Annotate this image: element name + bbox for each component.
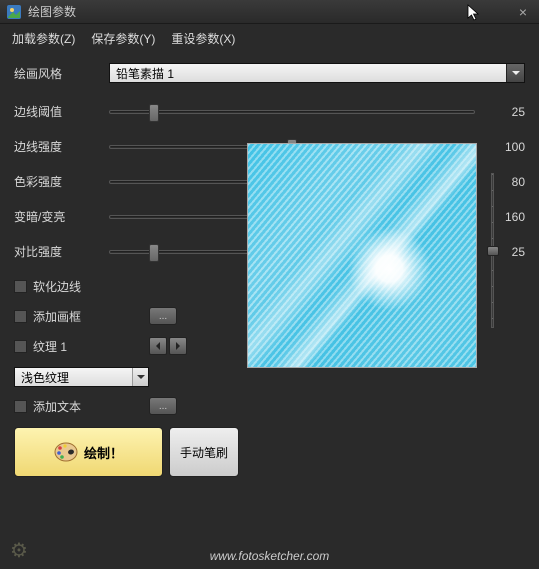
palette-icon: [54, 442, 78, 462]
checkbox-icon: [14, 280, 27, 293]
footer: www.fotosketcher.com: [0, 549, 539, 563]
soften-edges-row: 软化边线: [14, 278, 239, 295]
slider-thumb[interactable]: [149, 104, 159, 122]
texture-row: 纹理 1: [14, 337, 239, 355]
texture-value: 浅色纹理: [21, 369, 132, 386]
add-frame-option[interactable]: 添加画框: [14, 308, 149, 325]
menu-load[interactable]: 加载参数(Z): [12, 30, 75, 47]
style-dropdown[interactable]: 铅笔素描 1: [109, 63, 525, 83]
draw-button[interactable]: 绘制！: [14, 427, 163, 477]
action-buttons: 绘制！ 手动笔刷: [14, 427, 239, 477]
checkbox-icon: [14, 400, 27, 413]
texture-dropdown[interactable]: 浅色纹理: [14, 367, 149, 387]
texture-option[interactable]: 纹理 1: [14, 338, 149, 355]
checkbox-icon: [14, 310, 27, 323]
slider-track[interactable]: [109, 110, 475, 114]
soften-edges-option[interactable]: 软化边线: [14, 278, 149, 295]
slider-edge-threshold: 边线阈值 25: [14, 103, 525, 120]
texture-label: 纹理 1: [33, 338, 67, 355]
checkbox-icon: [14, 340, 27, 353]
slider-thumb[interactable]: [149, 244, 159, 262]
cursor-icon: [467, 4, 481, 25]
slider-track-vertical: [491, 173, 494, 328]
style-row: 绘画风格 铅笔素描 1: [14, 63, 525, 83]
slider-label: 色彩强度: [14, 173, 109, 190]
slider-value: 100: [489, 140, 525, 154]
left-column: 软化边线 添加画框 ... 纹理 1: [14, 278, 239, 477]
menu-save[interactable]: 保存参数(Y): [91, 30, 155, 47]
soften-edges-label: 软化边线: [33, 278, 81, 295]
slider-label: 边线强度: [14, 138, 109, 155]
slider-value: 25: [489, 105, 525, 119]
window-title: 绘图参数: [28, 3, 513, 20]
texture-nav: [149, 337, 187, 355]
style-label: 绘画风格: [14, 65, 109, 82]
slider-thumb-vertical[interactable]: [487, 246, 499, 256]
manual-brush-button[interactable]: 手动笔刷: [169, 427, 239, 477]
chevron-down-icon: [132, 368, 148, 386]
text-settings-button[interactable]: ...: [149, 397, 177, 415]
bottom-area: 软化边线 添加画框 ... 纹理 1: [14, 278, 525, 503]
draw-label: 绘制！: [84, 443, 123, 462]
close-button[interactable]: ×: [513, 4, 533, 20]
slider-label: 对比强度: [14, 243, 109, 260]
content: 绘画风格 铅笔素描 1 边线阈值 25 边线强度 100 色彩强度 80 变暗/…: [0, 53, 539, 503]
add-frame-label: 添加画框: [33, 308, 81, 325]
preview-zoom-slider[interactable]: [485, 173, 499, 328]
slider-label: 变暗/变亮: [14, 208, 109, 225]
footer-url[interactable]: www.fotosketcher.com: [210, 549, 330, 563]
add-text-row: 添加文本 ...: [14, 397, 239, 415]
add-text-option[interactable]: 添加文本: [14, 398, 149, 415]
texture-prev-button[interactable]: [149, 337, 167, 355]
menu-reset[interactable]: 重设参数(X): [171, 30, 235, 47]
app-icon: [6, 4, 22, 20]
titlebar: 绘图参数 ×: [0, 0, 539, 24]
style-value: 铅笔素描 1: [116, 65, 506, 82]
add-frame-row: 添加画框 ...: [14, 307, 239, 325]
preview-panel: [247, 143, 477, 368]
frame-settings-button[interactable]: ...: [149, 307, 177, 325]
add-text-label: 添加文本: [33, 398, 81, 415]
chevron-down-icon: [506, 64, 524, 82]
slider-label: 边线阈值: [14, 103, 109, 120]
preview-image: [247, 143, 477, 368]
texture-next-button[interactable]: [169, 337, 187, 355]
menubar: 加载参数(Z) 保存参数(Y) 重设参数(X): [0, 24, 539, 53]
manual-brush-label: 手动笔刷: [180, 444, 228, 461]
